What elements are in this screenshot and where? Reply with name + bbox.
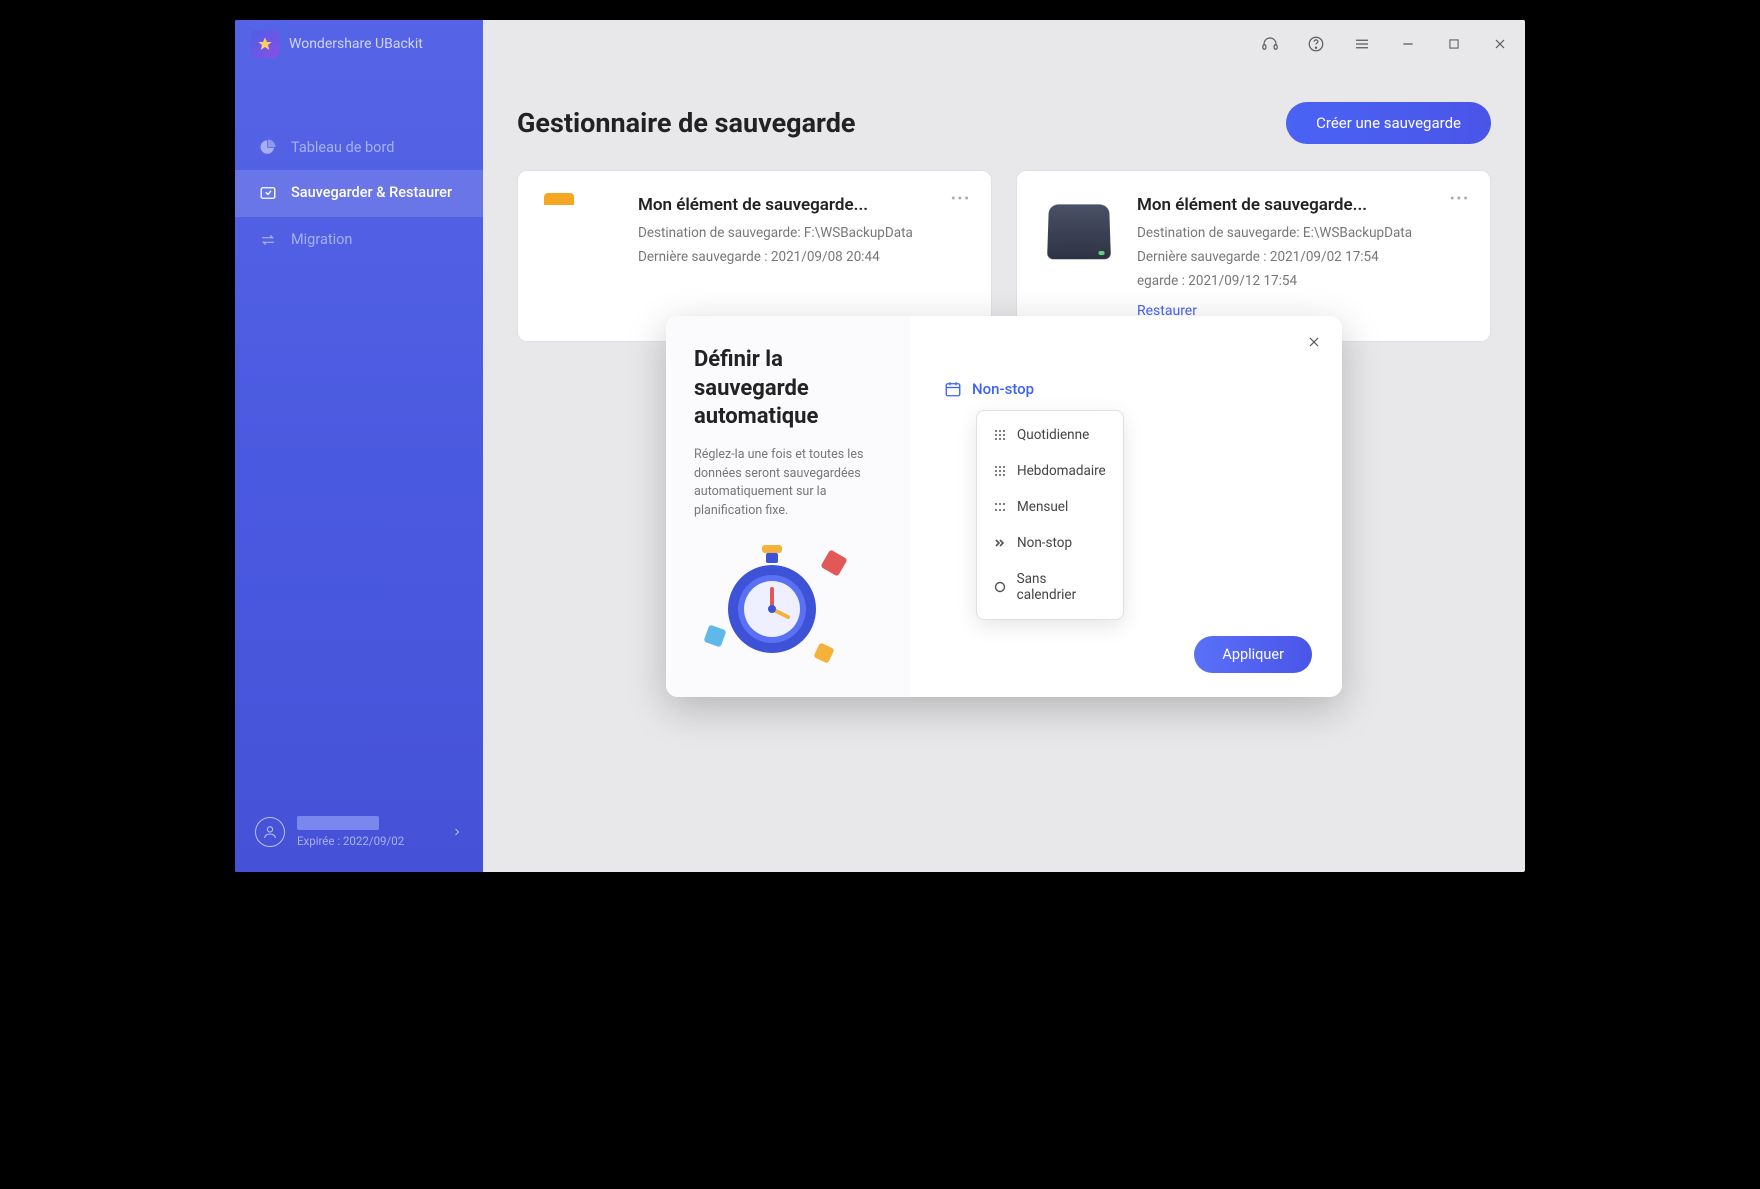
user-name-placeholder — [297, 816, 379, 830]
menu-item-label: Non-stop — [1017, 535, 1072, 551]
clock-illustration-icon — [694, 535, 864, 675]
user-expiry: Expirée : 2022/09/02 — [297, 834, 439, 848]
modal-close-icon[interactable] — [1306, 334, 1322, 355]
support-icon[interactable] — [1261, 35, 1279, 53]
card-info: Mon élément de sauvegarde... Destination… — [1137, 195, 1464, 319]
minimize-icon[interactable] — [1399, 35, 1417, 53]
backup-next: egarde : 2021/09/12 17:54 — [1137, 273, 1464, 289]
pie-chart-icon — [259, 138, 277, 156]
page-title: Gestionnaire de sauvegarde — [517, 107, 855, 139]
disk-icon — [1043, 195, 1115, 267]
main-content: Gestionnaire de sauvegarde Créer une sau… — [483, 68, 1525, 872]
card-info: Mon élément de sauvegarde... Destination… — [638, 195, 965, 319]
backup-last: Dernière sauvegarde : 2021/09/02 17:54 — [1137, 249, 1464, 265]
schedule-dropdown-trigger[interactable]: Non-stop — [944, 380, 1308, 398]
backup-destination: Destination de sauvegarde: E:\WSBackupDa… — [1137, 225, 1464, 241]
card-menu-icon[interactable]: ••• — [1450, 191, 1470, 207]
sidebar-item-migration[interactable]: Migration — [235, 217, 483, 263]
backup-last: Dernière sauvegarde : 2021/09/08 20:44 — [638, 249, 965, 265]
backup-title: Mon élément de sauvegarde... — [1137, 195, 1464, 215]
menu-icon[interactable] — [1353, 35, 1371, 53]
app-title: Wondershare UBackit — [289, 36, 423, 52]
maximize-icon[interactable] — [1445, 35, 1463, 53]
fast-forward-icon — [993, 536, 1007, 550]
app-window: Wondershare UBackit — [235, 20, 1525, 872]
calendar-icon — [944, 380, 962, 398]
modal-right-panel: Non-stop Quotidienne — [910, 316, 1342, 697]
schedule-dropdown-menu: Quotidienne Hebdomadaire — [976, 410, 1124, 620]
titlebar-left: Wondershare UBackit — [251, 30, 423, 58]
modal-left-panel: Définir la sauvegarde automatique Réglez… — [666, 316, 910, 697]
menu-item-label: Quotidienne — [1017, 427, 1089, 443]
titlebar: Wondershare UBackit — [235, 20, 1525, 68]
dots-sparse-icon — [993, 500, 1007, 514]
user-info: Expirée : 2022/09/02 — [297, 816, 439, 848]
backup-title: Mon élément de sauvegarde... — [638, 195, 965, 215]
backup-icon — [259, 184, 277, 202]
help-icon[interactable] — [1307, 35, 1325, 53]
chevron-right-icon — [451, 823, 463, 842]
migration-icon — [259, 231, 277, 249]
body: Tableau de bord Sauvegarder & Restaurer … — [235, 68, 1525, 872]
sidebar-item-backup-restore[interactable]: Sauvegarder & Restaurer — [235, 170, 483, 217]
menu-item-weekly[interactable]: Hebdomadaire — [977, 453, 1123, 489]
app-logo-icon — [251, 30, 279, 58]
modal-description: Réglez-la une fois et toutes les données… — [694, 446, 884, 521]
sidebar-footer[interactable]: Expirée : 2022/09/02 — [235, 800, 483, 872]
sidebar: Tableau de bord Sauvegarder & Restaurer … — [235, 68, 483, 872]
close-icon[interactable] — [1491, 35, 1509, 53]
menu-item-label: Sans calendrier — [1017, 571, 1107, 603]
menu-item-nonstop[interactable]: Non-stop — [977, 525, 1123, 561]
backup-destination: Destination de sauvegarde: F:\WSBackupDa… — [638, 225, 965, 241]
menu-item-daily[interactable]: Quotidienne — [977, 417, 1123, 453]
avatar-icon — [255, 817, 285, 847]
main-header: Gestionnaire de sauvegarde Créer une sau… — [517, 102, 1491, 144]
create-backup-button[interactable]: Créer une sauvegarde — [1286, 102, 1491, 144]
sidebar-item-label: Sauvegarder & Restaurer — [291, 184, 452, 203]
apply-button[interactable]: Appliquer — [1194, 636, 1312, 673]
card-menu-icon[interactable]: ••• — [951, 191, 971, 207]
folder-icon — [544, 195, 616, 267]
dots-grid-icon — [993, 464, 1007, 478]
menu-item-monthly[interactable]: Mensuel — [977, 489, 1123, 525]
sidebar-item-label: Migration — [291, 231, 352, 248]
menu-item-label: Hebdomadaire — [1017, 463, 1106, 479]
dots-grid-icon — [993, 428, 1007, 442]
menu-item-label: Mensuel — [1017, 499, 1068, 515]
menu-item-no-schedule[interactable]: Sans calendrier — [977, 561, 1123, 613]
titlebar-controls — [1261, 35, 1509, 53]
circle-empty-icon — [993, 580, 1007, 594]
sidebar-item-dashboard[interactable]: Tableau de bord — [235, 124, 483, 170]
modal-title: Définir la sauvegarde automatique — [694, 346, 884, 432]
sidebar-nav: Tableau de bord Sauvegarder & Restaurer … — [235, 68, 483, 263]
sidebar-item-label: Tableau de bord — [291, 139, 394, 156]
schedule-modal: Définir la sauvegarde automatique Réglez… — [666, 316, 1342, 697]
schedule-selected-label: Non-stop — [972, 380, 1034, 398]
